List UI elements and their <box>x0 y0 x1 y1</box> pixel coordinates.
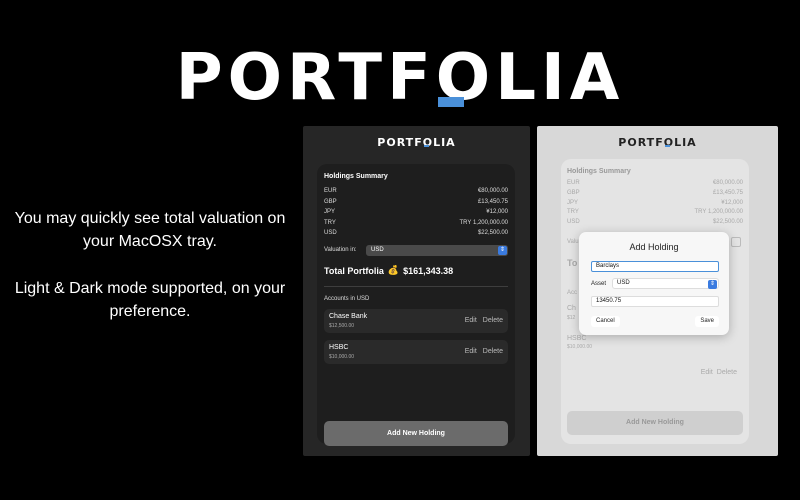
holding-row: USD $22,500.00 <box>567 219 743 226</box>
holdings-summary-title: Holdings Summary <box>324 173 388 180</box>
dark-mode-window: PORTFO LIA Holdings Summary EUR €80,000.00… <box>303 126 530 456</box>
valuation-currency-select[interactable]: USD ⇕ <box>366 245 508 256</box>
holdings-card: Holdings Summary EUR €80,000.00 GBP £13,45… <box>317 164 515 446</box>
account-name: Ch <box>567 305 576 312</box>
account-amount: $10,000.00 <box>329 354 355 360</box>
account-amount: $12 <box>567 315 576 321</box>
holding-row: EUR €80,000.00 <box>567 180 743 186</box>
add-new-holding-button[interactable]: Add New Holding <box>324 421 508 446</box>
holding-row: TRY TRY 1,200,000.00 <box>324 219 508 226</box>
asset-select[interactable]: USD ⇕ <box>612 278 719 289</box>
holding-row: GBP £13,450.75 <box>324 198 508 205</box>
portfolia-logo: PORTFO LIA <box>175 41 625 115</box>
window-logo: PORTFO LIA <box>377 136 456 149</box>
money-bag-icon: 💰 <box>387 265 400 275</box>
promo-mode-text: Light & Dark mode supported, on your pre… <box>14 280 286 320</box>
amount-field[interactable]: 13450.75 <box>591 296 719 307</box>
edit-button[interactable]: Edit <box>465 348 477 355</box>
delete-button[interactable]: Delete <box>483 348 503 355</box>
delete-button[interactable]: Delete <box>717 369 737 376</box>
dialog-title: Add Holding <box>629 242 679 252</box>
holding-row: JPY ¥12,000 <box>324 209 508 215</box>
add-holding-dialog: Add Holding Barclays Asset USD ⇕ 13450.7… <box>579 232 729 335</box>
valuation-label: Valuation in: <box>324 247 357 253</box>
delete-button[interactable]: Delete <box>483 317 503 324</box>
window-logo: PORTFO LIA <box>618 136 697 149</box>
account-name: Chase Bank <box>329 313 368 320</box>
divider <box>324 286 508 287</box>
account-name: HSBC <box>567 335 587 342</box>
holding-row: JPY ¥12,000 <box>567 199 743 206</box>
chevron-updown-icon: ⇕ <box>708 280 717 289</box>
holding-row: EUR €80,000.00 <box>324 188 508 194</box>
logo-accent-bar <box>437 97 464 107</box>
account-name: HSBC <box>329 344 349 351</box>
account-amount: $10,000.00 <box>567 344 593 350</box>
chevron-updown-icon: ⇕ <box>498 246 507 255</box>
logo-accent-letter: O <box>435 41 496 115</box>
promo-tray-text: You may quickly see total valuation on y… <box>14 210 286 250</box>
accounts-title: Acc <box>567 290 578 296</box>
add-new-holding-button[interactable]: Add New Holding <box>567 411 743 435</box>
total-value: $161,343.38 <box>403 265 454 276</box>
total-portfolia: Total Portfolia 💰 $161,343.38 <box>324 265 454 276</box>
asset-label: Asset <box>591 281 607 287</box>
edit-button[interactable]: Edit <box>465 317 477 324</box>
account-item: Chase Bank $12,500.00 Edit Delete <box>324 309 508 333</box>
accounts-title: Accounts in USD <box>324 296 370 302</box>
holding-row: USD $22,500.00 <box>324 230 508 236</box>
valuation-label: Valu <box>567 239 579 245</box>
holding-name-field[interactable]: Barclays <box>591 261 719 272</box>
valuation-currency-select[interactable] <box>731 237 741 247</box>
light-mode-window: PORTFO LIA Holdings Summary EUR €80,000.00… <box>537 126 778 456</box>
total-portfolia: To <box>567 258 578 268</box>
holding-row: GBP £13,450.75 <box>567 189 743 196</box>
holding-row: TRY TRY 1,200,000.00 <box>567 209 743 216</box>
account-item: HSBC $10,000.00 Edit Delete <box>324 340 508 364</box>
edit-button[interactable]: Edit <box>701 369 713 376</box>
holdings-list: EUR €80,000.00 GBP £13,450.75 JPY ¥12,000 T… <box>324 186 508 239</box>
holdings-summary-title: Holdings Summary <box>567 168 631 175</box>
account-amount: $12,500.00 <box>329 323 355 329</box>
holdings-list: EUR €80,000.00 GBP £13,450.75 JPY ¥12,000 T… <box>567 179 743 228</box>
save-button[interactable]: Save <box>695 316 719 327</box>
cancel-button[interactable]: Cancel <box>591 316 620 327</box>
